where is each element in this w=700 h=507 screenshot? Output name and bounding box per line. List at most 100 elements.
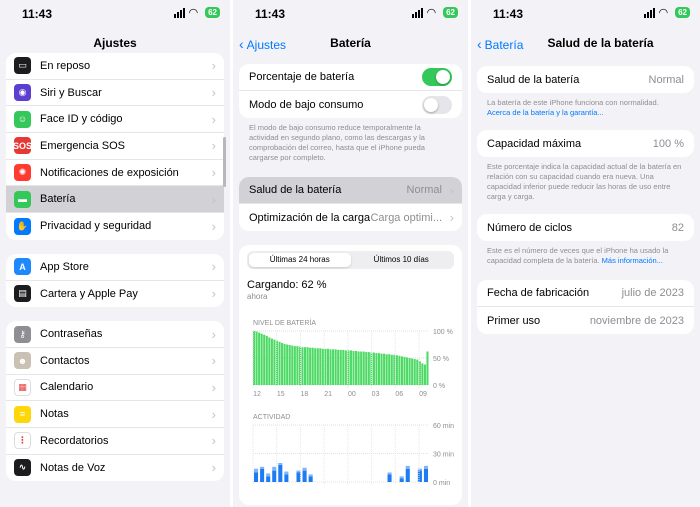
charging-status: Cargando: 62 % [247,279,327,291]
battery-icon: 62 [443,7,458,18]
level-bar [398,355,401,385]
app-icon: ≡ [14,405,31,423]
level-bar [278,341,281,385]
settings-row-cartera-y-apple-pay[interactable]: ▤ Cartera y Apple Pay › [6,281,224,308]
low-power-row: Modo de bajo consumo [239,91,462,118]
status-bar: 11:43 ◠ 62 [0,0,230,28]
tab-last-10d[interactable]: Últimos 10 días [351,253,453,267]
chevron-right-icon: › [211,85,216,101]
level-bar [296,346,299,385]
level-y-tick: 0 % [433,383,445,390]
chevron-right-icon: › [211,326,216,342]
level-bar [339,349,342,385]
app-icon: A [14,258,31,276]
settings-row-face-id-y-código[interactable]: ☺ Face ID y código › [6,106,224,134]
level-bar [395,355,398,385]
level-bar [411,358,414,385]
settings-group-store: A App Store › ▤ Cartera y Apple Pay › [6,253,224,308]
level-bar [260,333,263,385]
level-bar [263,334,266,385]
health-note: La batería de este iPhone funciona con n… [487,98,659,107]
level-bar [342,349,345,385]
cycle-count-group: Número de ciclos 82 [477,214,694,241]
status-bar: 11:43 ◠ 62 [471,0,700,28]
chevron-right-icon: › [211,433,216,449]
settings-row-privacidad-y-seguridad[interactable]: ✋ Privacidad y seguridad › [6,213,224,240]
cellular-signal-icon [174,7,186,18]
time-range-segmented: Últimas 24 horas Últimos 10 días [247,251,454,269]
chevron-right-icon: › [211,111,216,127]
app-icon: ▤ [14,285,31,303]
chevron-right-icon: › [211,406,216,422]
settings-row-label: Emergencia SOS [40,139,125,152]
level-bar [316,348,319,385]
settings-row-contraseñas[interactable]: ⚷ Contraseñas › [6,321,224,348]
more-info-link[interactable]: Más información... [602,256,663,265]
level-bar [265,335,268,385]
settings-group-system: ▭ En reposo › ◉ Siri y Buscar › ☺ Face ID y cód… [6,53,224,240]
chevron-right-icon: › [211,286,216,302]
activity-y-tick: 30 min [433,452,454,459]
level-bar [337,349,340,385]
activity-bar-screen-on [308,476,313,482]
settings-row-notificaciones-de-exposición[interactable]: ✺ Notificaciones de exposición › [6,160,224,187]
clock: 11:43 [493,7,524,21]
settings-row-contactos[interactable]: ☻ Contactos › [6,348,224,375]
battery-warranty-link[interactable]: Acerca de la batería y la garantía... [487,108,604,117]
level-bar [352,350,355,385]
battery-health-row[interactable]: Salud de la batería Normal › [239,177,462,204]
settings-row-app-store[interactable]: A App Store › [6,254,224,281]
settings-row-label: Notificaciones de exposición [40,166,179,179]
settings-row-notas-de-voz[interactable]: ∿ Notas de Voz › [6,455,224,482]
cellular-signal-icon [644,7,656,18]
level-bar [304,347,307,385]
battery-percentage-row: Porcentaje de batería [239,64,462,91]
clock: 11:43 [255,7,286,21]
settings-screen: 11:43 ◠ 62 Ajustes ▭ En reposo › ◉ Siri y Bu… [0,0,230,507]
settings-row-en-reposo[interactable]: ▭ En reposo › [6,53,224,80]
capacity-note: Este porcentaje indica la capacidad actu… [487,162,682,201]
settings-row-batería[interactable]: ▬ Batería › [6,186,224,214]
settings-row-label: Recordatorios [40,434,109,447]
level-bar [281,342,284,385]
settings-row-notas[interactable]: ≡ Notas › [6,401,224,428]
page-title: Ajustes [93,36,137,50]
page-title: Batería [330,36,371,50]
settings-row-calendario[interactable]: ▦ Calendario › [6,375,224,402]
settings-row-recordatorios[interactable]: ⋮ Recordatorios › [6,428,224,455]
max-capacity-row: Capacidad máxima 100 % [487,137,684,150]
level-bar [332,349,335,385]
settings-row-label: Notas [40,408,69,421]
scrollbar[interactable] [223,137,226,187]
activity-bar-screen-off [399,476,404,479]
chevron-right-icon: › [449,210,454,225]
settings-row-label: Batería [40,193,76,206]
settings-row-label: Siri y Buscar [40,86,102,99]
battery-percentage-toggle[interactable] [422,68,452,86]
level-bar [360,351,363,385]
cellular-signal-icon [412,7,424,18]
chevron-right-icon: › [211,191,216,207]
settings-row-label: App Store [40,260,89,273]
app-icon: SOS [13,137,32,155]
health-status-row: Salud de la batería Normal [487,73,684,86]
settings-row-siri-y-buscar[interactable]: ◉ Siri y Buscar › [6,80,224,107]
settings-row-emergencia-sos[interactable]: SOS Emergencia SOS › [6,133,224,160]
clock: 11:43 [22,7,53,21]
activity-bar-screen-off [254,468,259,473]
level-bar [383,353,386,385]
manufacture-date-row: Fecha de fabricación julio de 2023 [477,280,694,307]
status-bar: 11:43 ◠ 62 [233,0,468,28]
level-bar [291,345,294,385]
battery-navbar: ‹ Ajustes Batería [233,28,468,58]
battery-screen: 11:43 ◠ 62 ‹ Ajustes Batería Porcentaje d… [233,0,468,507]
wifi-icon: ◠ [189,6,198,19]
low-power-toggle[interactable] [422,95,452,114]
charge-optimization-row[interactable]: Optimización de la carga Carga optimi...… [239,204,462,231]
settings-row-label: Notas de Voz [40,461,106,474]
chevron-right-icon: › [211,165,216,181]
app-icon: ▭ [14,57,31,75]
max-capacity-group: Capacidad máxima 100 % [477,130,694,157]
tab-last-24h[interactable]: Últimas 24 horas [249,253,351,267]
app-icon: ◉ [14,84,31,102]
